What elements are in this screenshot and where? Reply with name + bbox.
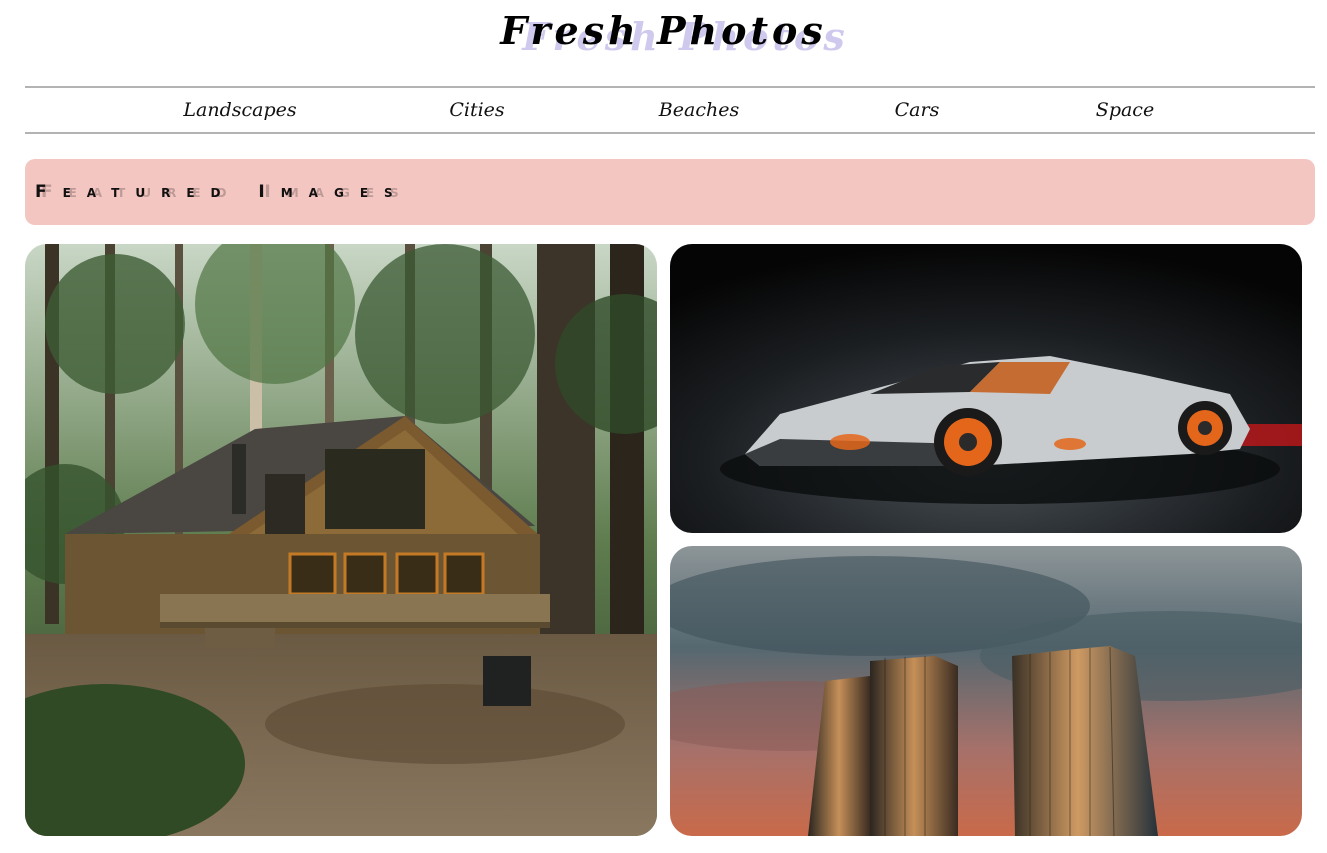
nav-item-landscapes[interactable]: Landscapes: [183, 88, 296, 132]
photo-city[interactable]: [670, 546, 1302, 836]
car-image: [670, 244, 1302, 533]
site-title-text: Fresh Photos: [500, 8, 827, 53]
nav-item-space[interactable]: Space: [1096, 88, 1154, 132]
city-image: [670, 546, 1302, 836]
cabin-image: [25, 244, 657, 836]
featured-heading: Featured Images Featured Images: [35, 159, 409, 225]
photo-cabin[interactable]: [25, 244, 657, 836]
featured-heading-shadow: Featured Images: [41, 182, 415, 202]
site-title: Fresh Photos Fresh Photos: [0, 6, 1327, 60]
photo-car[interactable]: [670, 244, 1302, 533]
main-nav: Landscapes Cities Beaches Cars Space: [25, 86, 1315, 134]
nav-item-beaches[interactable]: Beaches: [659, 88, 739, 132]
nav-item-cities[interactable]: Cities: [449, 88, 504, 132]
featured-banner: Featured Images Featured Images: [25, 159, 1315, 225]
nav-item-cars[interactable]: Cars: [895, 88, 940, 132]
